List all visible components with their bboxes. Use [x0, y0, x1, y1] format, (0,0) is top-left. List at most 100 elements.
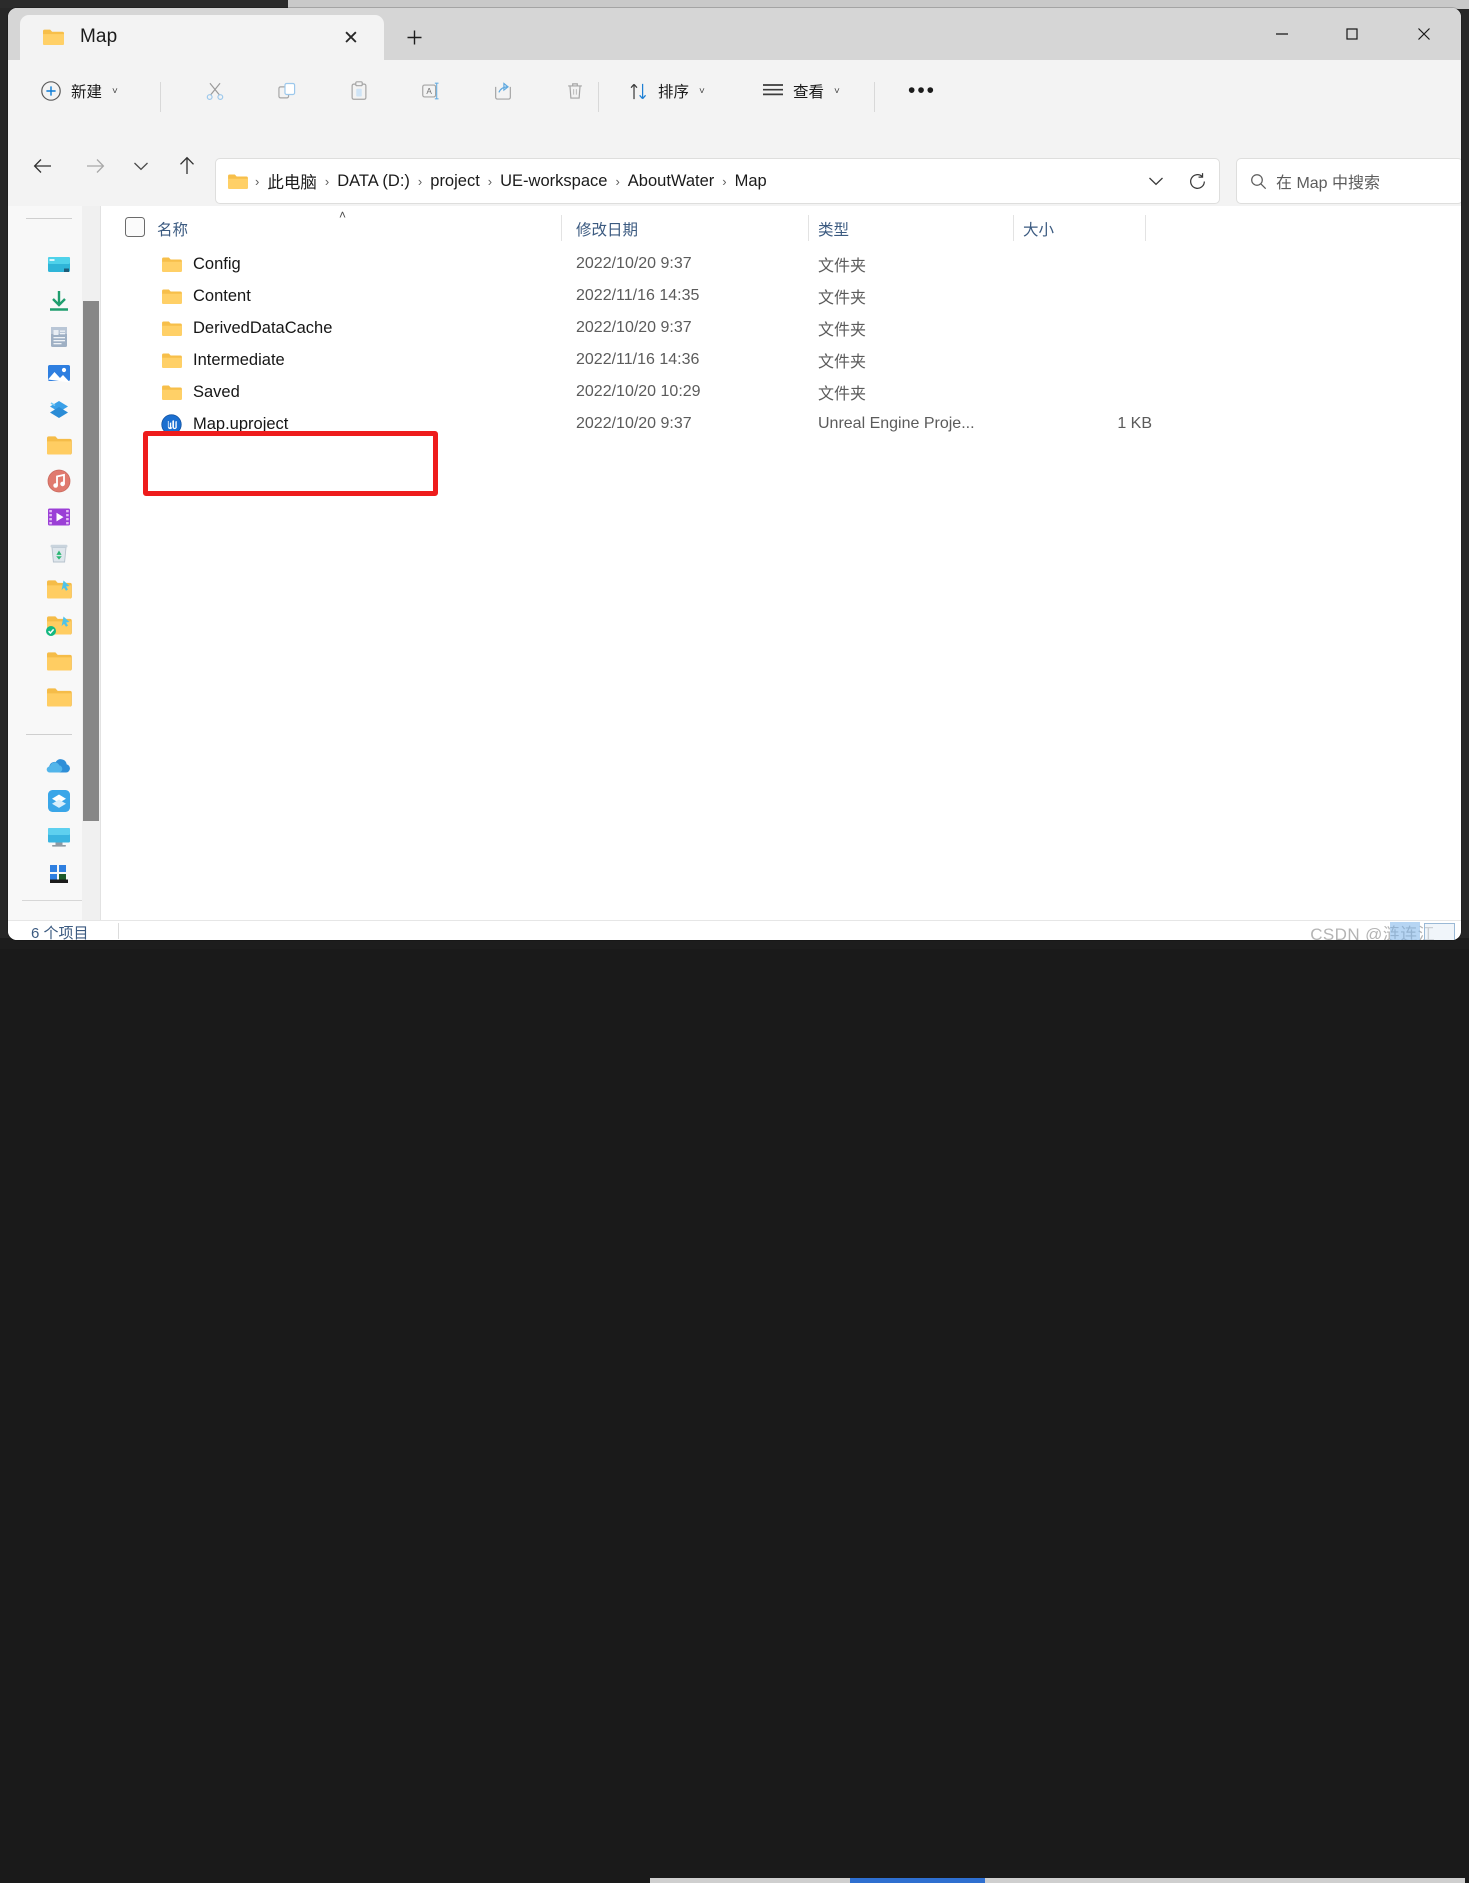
file-name-label: Intermediate — [193, 351, 285, 370]
refresh-button[interactable] — [1175, 161, 1219, 201]
type-cell: 文件夹 — [818, 380, 866, 404]
folder-synced-icon[interactable] — [46, 612, 72, 638]
address-bar[interactable]: › 此电脑 › DATA (D:) › project › UE-workspa… — [215, 158, 1220, 204]
documents-icon[interactable] — [46, 324, 72, 350]
sort-button-label: 排序 — [658, 80, 689, 102]
chevron-down-icon — [1148, 176, 1164, 187]
maximize-button[interactable] — [1317, 8, 1387, 60]
column-divider[interactable] — [1145, 215, 1146, 241]
minimize-button[interactable] — [1247, 8, 1317, 60]
type-cell: 文件夹 — [818, 316, 866, 340]
table-row[interactable]: Intermediate 2022/11/16 14:36 文件夹 — [101, 344, 1461, 376]
file-name-cell[interactable]: DerivedDataCache — [161, 319, 332, 338]
status-bar: 6 个项目 CSDN @涟连江 — [8, 920, 1461, 940]
breadcrumb-folder-icon — [227, 173, 253, 190]
recent-locations-button[interactable] — [123, 148, 159, 184]
folder-icon[interactable] — [46, 684, 72, 710]
folder-icon[interactable] — [46, 648, 72, 674]
breadcrumb: › 此电脑 › DATA (D:) › project › UE-workspa… — [216, 166, 1137, 196]
folder-icon[interactable] — [46, 432, 72, 458]
recycle-bin-icon[interactable] — [46, 540, 72, 566]
address-dropdown-button[interactable] — [1137, 161, 1175, 201]
file-name-label: Config — [193, 255, 241, 274]
pictures-icon[interactable] — [46, 360, 72, 386]
folder-shortcut-icon[interactable] — [46, 576, 72, 602]
taskbar-segment — [650, 1878, 850, 1883]
date-modified-cell: 2022/11/16 14:36 — [576, 351, 699, 369]
arrow-up-icon — [178, 156, 196, 176]
navpane-scrollbar-thumb[interactable] — [83, 301, 99, 821]
tab-title: Map — [80, 26, 117, 48]
paste-button[interactable] — [328, 70, 390, 112]
breadcrumb-item-1[interactable]: DATA (D:) — [331, 169, 416, 194]
table-row[interactable]: Content 2022/11/16 14:35 文件夹 — [101, 280, 1461, 312]
music-icon[interactable] — [46, 468, 72, 494]
file-name-cell[interactable]: Map.uproject — [161, 414, 288, 435]
share-icon — [492, 80, 514, 102]
up-button[interactable] — [169, 148, 205, 184]
column-divider[interactable] — [1013, 215, 1014, 241]
close-window-button[interactable] — [1387, 8, 1461, 60]
column-divider[interactable] — [561, 215, 562, 241]
chevron-down-icon: ˅ — [112, 86, 118, 97]
table-row[interactable]: Saved 2022/10/20 10:29 文件夹 — [101, 376, 1461, 408]
tab-map[interactable]: Map ✕ — [20, 15, 384, 60]
table-row[interactable]: DerivedDataCache 2022/10/20 9:37 文件夹 — [101, 312, 1461, 344]
column-header-name[interactable]: 名称 — [157, 218, 188, 240]
select-all-checkbox[interactable] — [125, 217, 145, 237]
delete-button[interactable] — [544, 70, 606, 112]
onedrive-desktop-icon[interactable] — [46, 252, 72, 278]
svg-text:A: A — [426, 87, 432, 96]
type-cell: 文件夹 — [818, 348, 866, 372]
plus-icon — [406, 29, 423, 46]
rename-button[interactable]: A — [400, 70, 462, 112]
column-header-size[interactable]: 大小 — [1023, 218, 1054, 240]
table-row[interactable]: Config 2022/10/20 9:37 文件夹 — [101, 248, 1461, 280]
breadcrumb-item-2[interactable]: project — [424, 169, 486, 194]
file-name-cell[interactable]: Content — [161, 287, 251, 306]
downloads-icon[interactable] — [46, 288, 72, 314]
breadcrumb-item-3[interactable]: UE-workspace — [494, 169, 613, 194]
back-button[interactable] — [25, 148, 61, 184]
more-options-button[interactable]: ••• — [890, 70, 954, 112]
file-name-cell[interactable]: Intermediate — [161, 351, 285, 370]
navpane-scrollbar-track[interactable] — [82, 206, 100, 920]
table-row[interactable]: Map.uproject 2022/10/20 9:37 Unreal Engi… — [101, 408, 1461, 440]
type-cell: 文件夹 — [818, 252, 866, 276]
share-button[interactable] — [472, 70, 534, 112]
folder-icon — [161, 288, 182, 305]
sort-button[interactable]: 排序 ˅ — [618, 70, 715, 112]
quick-access-icon[interactable] — [46, 396, 72, 422]
close-tab-button[interactable]: ✕ — [337, 25, 365, 51]
onedrive-app-icon[interactable] — [46, 788, 72, 814]
breadcrumb-separator: › — [416, 174, 424, 189]
view-button[interactable]: 查看 ˅ — [752, 70, 850, 112]
maximize-icon — [1344, 26, 1360, 42]
type-cell: 文件夹 — [818, 284, 866, 308]
copy-button[interactable] — [256, 70, 318, 112]
file-name-cell[interactable]: Saved — [161, 383, 240, 402]
column-divider[interactable] — [808, 215, 809, 241]
minimize-icon — [1274, 26, 1290, 42]
file-name-label: Content — [193, 287, 251, 306]
refresh-icon — [1188, 172, 1207, 191]
file-name-cell[interactable]: Config — [161, 255, 241, 274]
column-header-type[interactable]: 类型 — [818, 218, 849, 240]
breadcrumb-separator: › — [720, 174, 728, 189]
column-header-date-modified[interactable]: 修改日期 — [576, 218, 638, 240]
chevron-down-icon — [133, 161, 149, 172]
network-icon[interactable] — [46, 860, 72, 886]
this-pc-icon[interactable] — [46, 824, 72, 850]
new-button[interactable]: 新建 ˅ — [30, 70, 128, 112]
breadcrumb-item-5[interactable]: Map — [729, 169, 773, 194]
videos-icon[interactable] — [46, 504, 72, 530]
command-bar: 新建 ˅ A — [8, 60, 1461, 122]
new-tab-button[interactable] — [398, 23, 430, 52]
breadcrumb-item-4[interactable]: AboutWater — [622, 169, 721, 194]
date-modified-cell: 2022/10/20 10:29 — [576, 383, 701, 401]
onedrive-cloud-icon[interactable] — [46, 752, 72, 778]
breadcrumb-item-0[interactable]: 此电脑 — [261, 166, 323, 196]
forward-button[interactable] — [77, 148, 113, 184]
search-input[interactable]: 在 Map 中搜索 — [1236, 158, 1461, 204]
cut-button[interactable] — [184, 70, 246, 112]
